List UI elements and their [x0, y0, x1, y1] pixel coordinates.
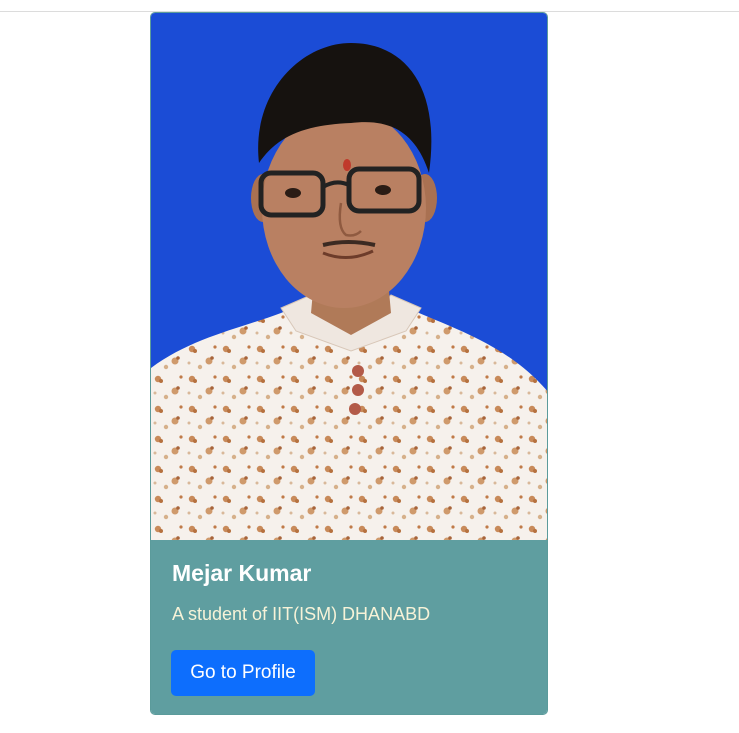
- profile-card: Mejar Kumar A student of IIT(ISM) DHANAB…: [150, 12, 548, 715]
- card-description: A student of IIT(ISM) DHANABD: [172, 604, 431, 624]
- go-to-profile-button[interactable]: Go to Profile: [171, 650, 315, 696]
- card-title: Mejar Kumar: [172, 560, 312, 586]
- card-body: Mejar Kumar A student of IIT(ISM) DHANAB…: [151, 540, 547, 714]
- profile-photo: [151, 13, 547, 540]
